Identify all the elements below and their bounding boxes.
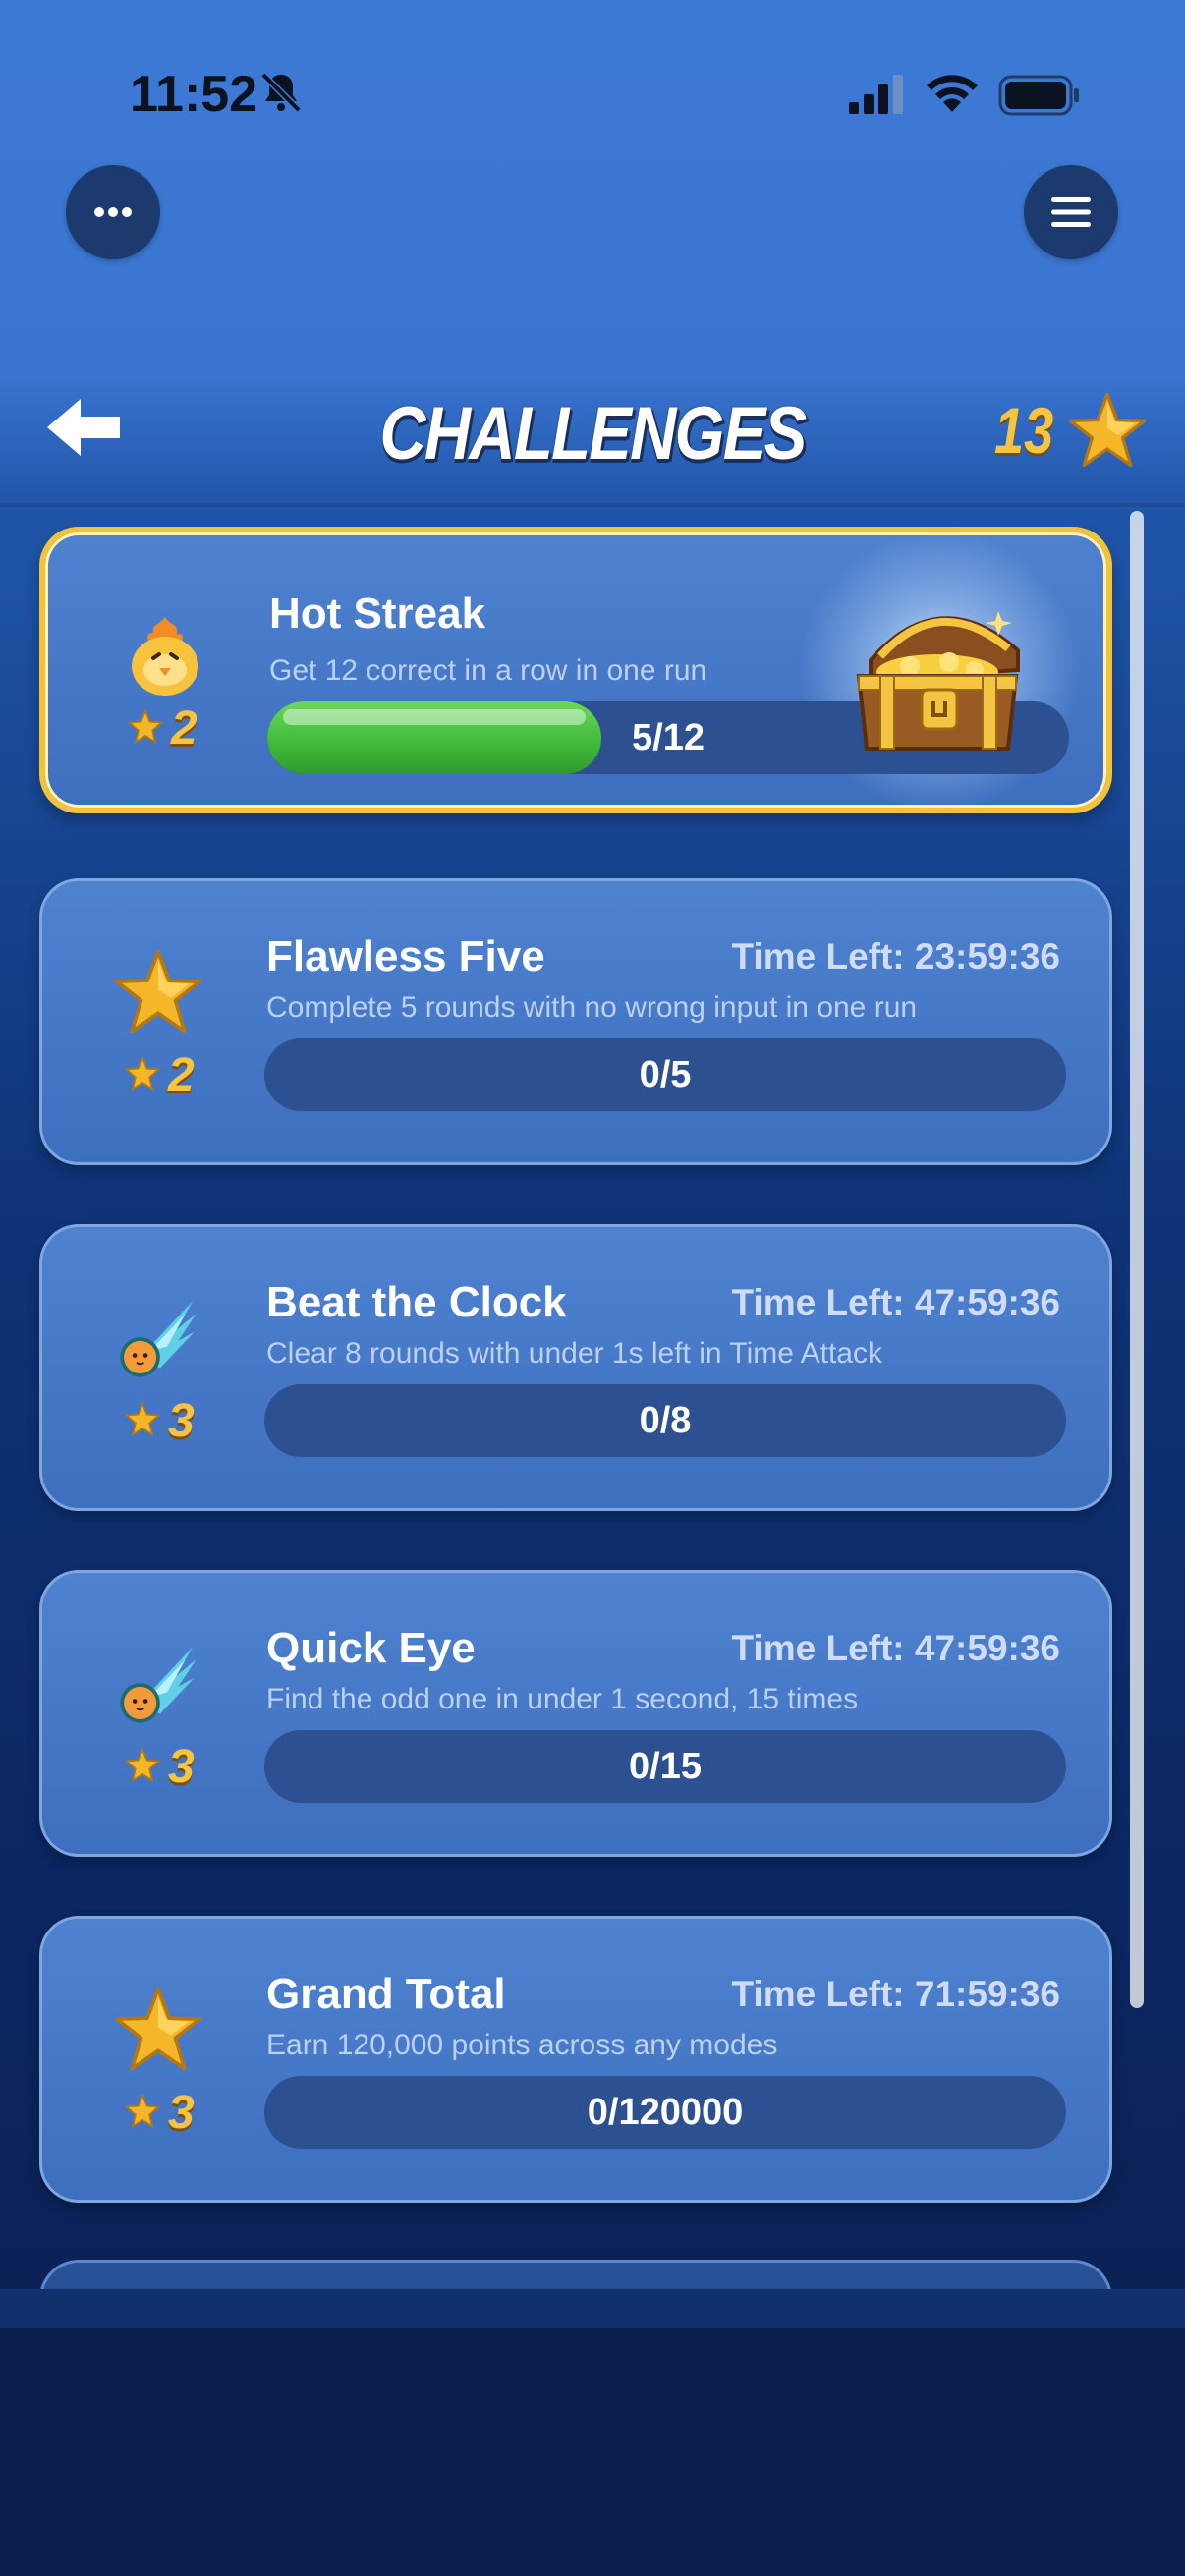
comet-icon [120, 1301, 197, 1377]
challenge-time-left: Time Left: 47:59:36 [731, 1628, 1061, 1668]
challenge-title: Beat the Clock [266, 1278, 567, 1326]
challenge-title: Hot Streak [269, 589, 486, 638]
star-icon [125, 2094, 160, 2129]
star-icon [128, 709, 163, 745]
progress-text: 0/15 [629, 1746, 702, 1787]
challenge-card-flawless-five[interactable]: 2 Flawless Five Time Left: 23:59:36 Comp… [39, 878, 1112, 1165]
treasure-chest-icon[interactable] [851, 591, 1028, 758]
challenge-description: Clear 8 rounds with under 1s left in Tim… [266, 1337, 882, 1370]
progress-bar: 0/15 [264, 1730, 1066, 1803]
star-icon [114, 949, 202, 1034]
star-icon [125, 1748, 160, 1783]
star-icon [125, 1056, 160, 1092]
progress-text: 0/8 [639, 1400, 692, 1441]
scrollbar[interactable] [1130, 511, 1144, 2008]
comet-icon [120, 1647, 197, 1723]
progress-bar: 0/5 [264, 1038, 1066, 1111]
flame-chick-icon [132, 617, 198, 696]
star-icon [125, 1402, 160, 1437]
reward-amount: 3 [168, 1741, 195, 1793]
challenge-time-left: Time Left: 47:59:36 [731, 1282, 1061, 1322]
star-icon [114, 1987, 202, 2071]
challenge-list[interactable]: 2 Hot Streak Get 12 correct in a row in … [0, 0, 1185, 2289]
bottom-area [0, 2328, 1185, 2576]
challenge-title: Quick Eye [266, 1624, 476, 1672]
challenge-card-hot-streak[interactable]: 2 Hot Streak Get 12 correct in a row in … [39, 523, 1112, 817]
challenge-time-left: Time Left: 71:59:36 [731, 1974, 1061, 2014]
challenge-description: Earn 120,000 points across any modes [266, 2029, 778, 2061]
progress-text: 0/5 [639, 1054, 692, 1095]
reward-amount: 2 [168, 1049, 195, 1101]
reward-amount: 3 [168, 2087, 195, 2139]
challenge-card-grand-total[interactable]: 3 Grand Total Time Left: 71:59:36 Earn 1… [39, 1916, 1112, 2203]
progress-bar: 0/8 [264, 1384, 1066, 1457]
challenge-title: Flawless Five [266, 932, 545, 980]
challenge-description: Get 12 correct in a row in one run [269, 654, 707, 687]
reward-amount: 2 [171, 702, 198, 755]
challenge-card-quick-eye[interactable]: 3 Quick Eye Time Left: 47:59:36 Find the… [39, 1570, 1112, 1857]
challenge-description: Complete 5 rounds with no wrong input in… [266, 991, 918, 1024]
reward-amount: 3 [168, 1395, 195, 1447]
progress-bar: 0/120000 [264, 2076, 1066, 2149]
challenge-card-partial[interactable] [39, 2260, 1112, 2289]
list-bottom-edge [0, 2289, 1185, 2328]
challenge-time-left: Time Left: 23:59:36 [731, 936, 1061, 977]
challenge-title: Grand Total [266, 1970, 506, 2018]
challenge-description: Find the odd one in under 1 second, 15 t… [266, 1683, 859, 1715]
challenge-card-beat-the-clock[interactable]: 3 Beat the Clock Time Left: 47:59:36 Cle… [39, 1224, 1112, 1511]
progress-text: 0/120000 [587, 2092, 744, 2133]
